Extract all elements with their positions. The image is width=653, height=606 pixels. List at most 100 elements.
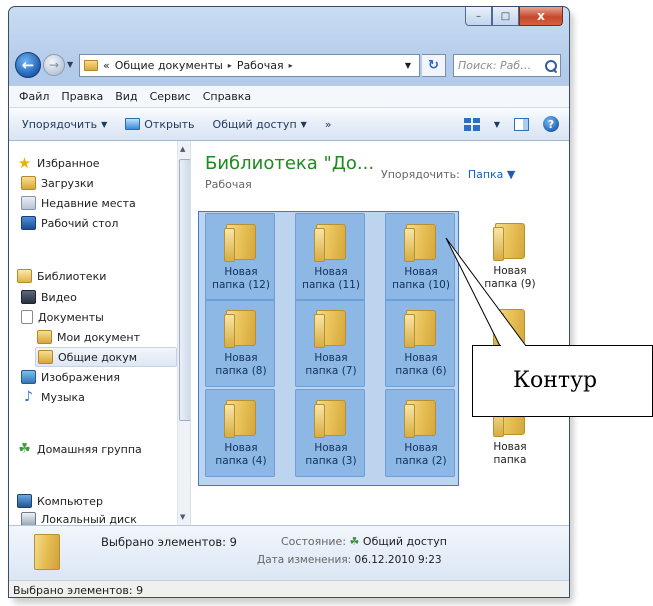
nav-label: Избранное xyxy=(37,156,100,170)
details-date: Дата изменения: 06.12.2010 9:23 xyxy=(257,554,442,566)
nav-video[interactable]: Видео xyxy=(21,287,77,307)
nav-label: Компьютер xyxy=(37,494,103,508)
share-label: Общий доступ xyxy=(212,117,297,131)
nav-my-documents[interactable]: Мои документ xyxy=(37,327,140,347)
recent-pages-dropdown[interactable]: ▼ xyxy=(67,60,73,69)
caption-buttons: – □ x xyxy=(465,7,563,27)
open-button[interactable]: Открыть xyxy=(116,118,203,131)
organize-button[interactable]: Упорядочить ▼ xyxy=(13,118,116,131)
nav-computer[interactable]: Компьютер xyxy=(17,491,103,511)
folder-icon xyxy=(224,310,256,348)
folder-label: Новая папка (7) xyxy=(296,352,366,378)
folder-icon xyxy=(404,310,436,348)
menu-view[interactable]: Вид xyxy=(109,90,143,103)
folder-label: Новая папка (11) xyxy=(296,266,366,292)
organize-label: Упорядочить xyxy=(22,117,98,131)
folder-label-line1: Новая xyxy=(404,266,438,278)
nav-shared-documents[interactable]: Общие докум xyxy=(35,347,177,367)
menu-help[interactable]: Справка xyxy=(197,90,257,103)
folder-item[interactable]: Новая папка (12) xyxy=(205,213,275,301)
breadcrumb-shared-documents[interactable]: Общие документы xyxy=(115,59,223,72)
desktop-icon xyxy=(21,216,36,230)
menu-tools[interactable]: Сервис xyxy=(144,90,197,103)
nav-label: Загрузки xyxy=(41,176,94,190)
scrollbar-thumb[interactable] xyxy=(179,159,190,421)
folder-item[interactable]: Новая папка (4) xyxy=(205,389,275,477)
nav-desktop[interactable]: Рабочий стол xyxy=(21,213,118,233)
nav-label: Рабочий стол xyxy=(41,216,119,230)
share-button[interactable]: Общий доступ ▼ xyxy=(204,118,316,131)
computer-icon xyxy=(17,494,32,508)
nav-downloads[interactable]: Загрузки xyxy=(21,173,94,193)
close-button[interactable]: x xyxy=(519,7,563,26)
recent-places-icon xyxy=(21,196,36,210)
details-pane: Выбрано элементов: 9 Состояние: ☘ Общий … xyxy=(9,525,569,580)
preview-pane-icon[interactable] xyxy=(514,117,529,131)
forward-button[interactable]: → xyxy=(43,54,65,76)
nav-label: Мои документ xyxy=(57,330,141,344)
maximize-button[interactable]: □ xyxy=(492,7,519,26)
scroll-up-icon[interactable]: ▲ xyxy=(180,145,185,153)
folder-label-line1: Новая xyxy=(404,352,438,364)
folder-item[interactable]: Новая папка (6) xyxy=(385,299,455,387)
folder-label-line1: Новая xyxy=(314,352,348,364)
more-label: » xyxy=(324,117,332,131)
arrange-by: Упорядочить: Папка ▼ xyxy=(381,168,515,181)
nav-documents[interactable]: Документы xyxy=(21,307,104,327)
details-state: Состояние: ☘ Общий доступ xyxy=(281,535,447,548)
scroll-down-icon[interactable]: ▼ xyxy=(180,513,185,521)
nav-images[interactable]: Изображения xyxy=(21,367,120,387)
nav-favorites[interactable]: ★ Избранное xyxy=(17,153,100,173)
breadcrumb-separator[interactable]: ▸ xyxy=(228,61,232,70)
back-button[interactable]: ← xyxy=(15,52,41,78)
minimize-button[interactable]: – xyxy=(465,7,492,26)
menu-edit[interactable]: Правка xyxy=(55,90,109,103)
libraries-icon xyxy=(17,269,32,283)
address-overflow[interactable]: « xyxy=(103,59,110,72)
folder-item[interactable]: Новая папка (9) xyxy=(475,213,545,301)
change-view-icon[interactable] xyxy=(463,117,480,131)
folder-item[interactable]: Новая папка (3) xyxy=(295,389,365,477)
menu-file[interactable]: Файл xyxy=(13,90,55,103)
folder-label: Новая папка (12) xyxy=(206,266,276,292)
open-icon xyxy=(125,118,141,130)
nav-homegroup[interactable]: ☘ Домашняя группа xyxy=(17,439,142,459)
folder-label: Новая папка xyxy=(475,441,545,467)
address-row: ← → ▼ « Общие документы ▸ Рабочая ▸ ▼ ↻ … xyxy=(9,47,569,81)
help-icon[interactable]: ? xyxy=(543,116,559,132)
breadcrumb-separator[interactable]: ▸ xyxy=(289,61,293,70)
view-dropdown-icon[interactable]: ▼ xyxy=(494,120,500,129)
folder-item[interactable]: Новая папка (11) xyxy=(295,213,365,301)
more-commands-button[interactable]: » xyxy=(316,118,341,131)
search-input[interactable]: Поиск: Раб… xyxy=(453,54,561,77)
chevron-down-icon: ▼ xyxy=(300,119,307,129)
navigation-scrollbar[interactable]: ▲ ▼ xyxy=(177,141,190,525)
search-icon[interactable] xyxy=(545,59,557,72)
folder-item[interactable]: Новая папка (2) xyxy=(385,389,455,477)
nav-music[interactable]: ♪ Музыка xyxy=(21,387,85,407)
address-bar[interactable]: « Общие документы ▸ Рабочая ▸ ▼ xyxy=(79,54,420,77)
folder-label-line2: папка (2) xyxy=(395,455,447,467)
folder-item[interactable]: Новая папка (10) xyxy=(385,213,455,301)
refresh-button[interactable]: ↻ xyxy=(422,54,446,77)
breadcrumb-working[interactable]: Рабочая xyxy=(237,59,284,72)
folder-icon xyxy=(84,60,98,71)
nav-label: Домашняя группа xyxy=(37,442,142,456)
library-title: Библиотека "До... xyxy=(205,153,375,174)
folder-icon xyxy=(404,224,436,262)
address-dropdown-icon[interactable]: ▼ xyxy=(405,61,411,70)
folder-label-line1: Новая xyxy=(224,266,258,278)
content-pane: Библиотека "До... Рабочая Упорядочить: Па… xyxy=(191,141,569,525)
folder-item[interactable]: Новая папка (8) xyxy=(205,299,275,387)
arrange-value-link[interactable]: Папка ▼ xyxy=(468,168,516,181)
nav-local-disk[interactable]: Локальный диск xyxy=(21,509,137,525)
nav-label: Недавние места xyxy=(41,196,136,210)
folder-label-line2: папка (4) xyxy=(215,455,267,467)
folder-item[interactable]: Новая папка (7) xyxy=(295,299,365,387)
nav-libraries[interactable]: Библиотеки xyxy=(17,266,106,286)
folder-label: Новая папка (10) xyxy=(386,266,456,292)
navigation-pane: ★ Избранное Загрузки Недавние места Рабо… xyxy=(9,141,191,525)
search-placeholder: Поиск: Раб… xyxy=(458,59,532,72)
folder-label-line1: Новая xyxy=(493,441,527,453)
nav-recent-places[interactable]: Недавние места xyxy=(21,193,136,213)
